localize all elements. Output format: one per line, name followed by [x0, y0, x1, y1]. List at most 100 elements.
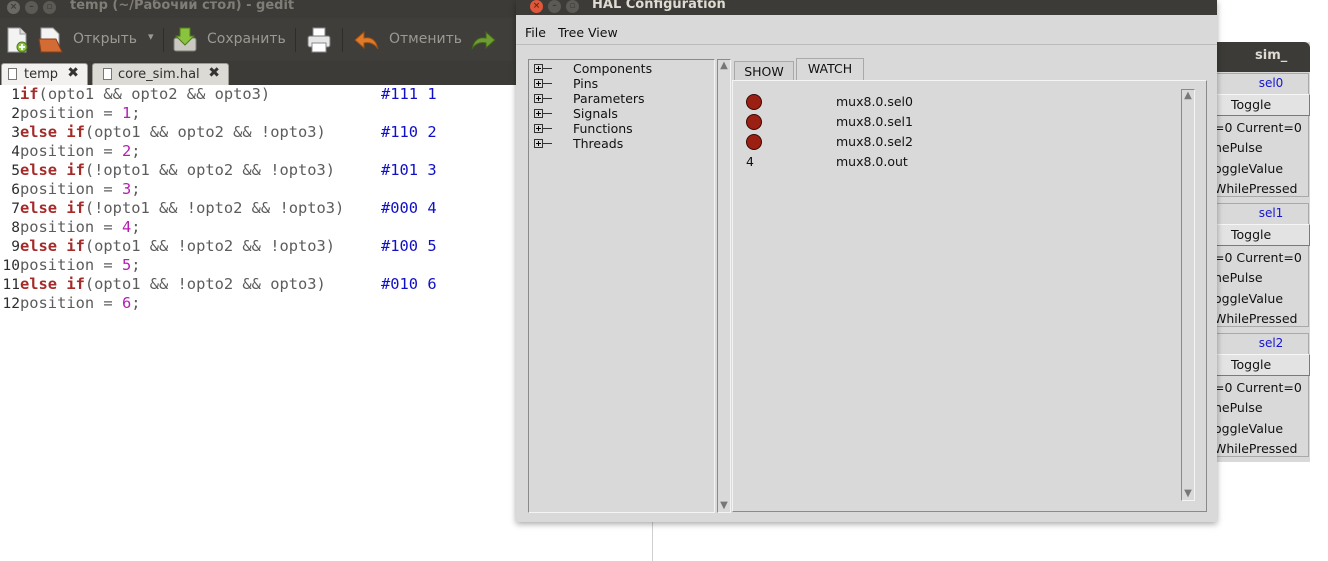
line-number: 12 [2, 296, 20, 312]
line-number: 11 [2, 277, 20, 293]
expand-icon[interactable] [534, 94, 543, 103]
keyword: else if [20, 199, 85, 217]
one-pulse-option[interactable]: nePulse [1214, 140, 1263, 155]
comment: #110 2 [381, 123, 437, 141]
undo-icon[interactable] [354, 29, 380, 51]
toolbar-separator [295, 28, 296, 52]
menu-bar: File Tree View [516, 15, 1217, 45]
sim-group-sel0: sel0 Toggle =0 Current=0 nePulse oggleVa… [1213, 73, 1310, 197]
maximize-window-icon[interactable]: ▫ [43, 1, 56, 14]
close-window-icon[interactable]: × [7, 1, 20, 14]
watch-row-sel1: mux8.0.sel1 [733, 111, 1173, 131]
semicolon: ; [131, 294, 141, 312]
line-number: 3 [11, 125, 20, 141]
status-text: =0 Current=0 [1214, 380, 1302, 395]
save-icon[interactable] [172, 27, 198, 53]
close-tab-icon[interactable]: ✖ [208, 65, 220, 81]
number: 6 [121, 294, 132, 312]
minimize-window-icon[interactable]: – [25, 1, 38, 14]
expand-icon[interactable] [534, 124, 543, 133]
scroll-down-icon[interactable]: ▼ [1182, 488, 1194, 500]
status-text: =0 Current=0 [1214, 120, 1302, 135]
keyword: else if [20, 275, 85, 293]
redo-icon[interactable] [470, 29, 496, 51]
tree-connector [543, 128, 552, 129]
menu-file[interactable]: File [525, 25, 546, 40]
scroll-down-icon[interactable]: ▼ [718, 500, 730, 512]
while-pressed-option[interactable]: WhilePressed [1214, 311, 1297, 326]
tree-label: Threads [573, 136, 624, 151]
one-pulse-option[interactable]: nePulse [1214, 270, 1263, 285]
new-document-icon[interactable] [6, 27, 28, 53]
toggle-button[interactable]: Toggle [1214, 94, 1310, 116]
undo-button[interactable]: Отменить [389, 31, 462, 47]
watch-row-out: 4 mux8.0.out [733, 151, 1173, 171]
watch-value: 4 [746, 154, 754, 169]
semicolon: ; [131, 180, 141, 198]
number: 1 [121, 104, 132, 122]
assignment: position = [20, 256, 122, 274]
scroll-up-icon[interactable]: ▲ [718, 60, 730, 72]
print-icon[interactable] [306, 27, 332, 53]
tree-label: Functions [573, 121, 633, 136]
group-label: sel0 [1258, 76, 1284, 90]
toggle-button[interactable]: Toggle [1214, 224, 1310, 246]
number: 4 [121, 218, 132, 236]
line-number: 4 [11, 144, 20, 160]
code-line: 10position = 5; [0, 256, 141, 275]
code-line: 8position = 4; [0, 218, 140, 237]
minimize-window-icon[interactable]: – [548, 0, 561, 13]
toggle-value-option[interactable]: oggleValue [1214, 421, 1283, 436]
line-number: 2 [11, 106, 20, 122]
tab-label: temp [24, 67, 59, 82]
code-line: 2position = 1; [0, 104, 140, 123]
tab-label: core_sim.hal [118, 67, 200, 82]
expand-icon[interactable] [534, 109, 543, 118]
close-tab-icon[interactable]: ✖ [67, 65, 79, 81]
code-line: 1if(opto1 && opto2 && opto3) #111 1 [0, 85, 436, 104]
expand-icon[interactable] [534, 139, 543, 148]
tree-scrollbar[interactable]: ▲ ▼ [717, 59, 731, 513]
tab-temp[interactable]: temp ✖ [1, 63, 88, 85]
sim-titlebar[interactable]: sim_ [1207, 42, 1310, 72]
keyword: else if [20, 123, 85, 141]
line-number: 9 [11, 239, 20, 255]
desktop-divider [652, 520, 653, 561]
hal-titlebar[interactable]: × – ▫ HAL Configuration [516, 0, 1217, 15]
maximize-window-icon[interactable]: ▫ [566, 0, 579, 13]
open-document-icon[interactable] [38, 27, 64, 53]
assignment: position = [20, 104, 122, 122]
expand-icon[interactable] [534, 64, 543, 73]
assignment: position = [20, 294, 122, 312]
menu-tree-view[interactable]: Tree View [558, 25, 618, 40]
sim-group-sel2: sel2 Toggle =0 Current=0 nePulse oggleVa… [1213, 333, 1310, 457]
save-button[interactable]: Сохранить [207, 31, 286, 47]
comment: #101 3 [381, 161, 437, 179]
led-indicator [746, 134, 762, 150]
number: 2 [121, 142, 132, 160]
tree-label: Parameters [573, 91, 645, 106]
close-window-icon[interactable]: × [530, 0, 543, 13]
toggle-value-option[interactable]: oggleValue [1214, 161, 1283, 176]
expand-icon[interactable] [534, 79, 543, 88]
tree-view-panel: Components Pins Parameters Signals Funct… [528, 59, 715, 513]
line-number: 10 [2, 258, 20, 274]
open-button[interactable]: Открыть [73, 31, 137, 47]
while-pressed-option[interactable]: WhilePressed [1214, 181, 1297, 196]
watch-pin-name: mux8.0.out [836, 154, 908, 169]
toggle-button[interactable]: Toggle [1214, 354, 1310, 376]
assignment: position = [20, 142, 122, 160]
toolbar-separator [163, 28, 164, 52]
scroll-up-icon[interactable]: ▲ [1182, 90, 1194, 102]
toggle-value-option[interactable]: oggleValue [1214, 291, 1283, 306]
watch-scrollbar[interactable]: ▲ ▼ [1181, 89, 1195, 501]
while-pressed-option[interactable]: WhilePressed [1214, 441, 1297, 456]
comment: #010 6 [381, 275, 437, 293]
open-dropdown-icon[interactable]: ▾ [148, 30, 154, 43]
condition: (opto1 && !opto2 && !opto3) [84, 237, 336, 255]
tab-core-sim-hal[interactable]: core_sim.hal ✖ [92, 63, 229, 85]
keyword: else if [20, 161, 85, 179]
document-icon [103, 68, 112, 80]
code-line: 5else if(!opto1 && opto2 && !opto3) #101 … [0, 161, 436, 180]
one-pulse-option[interactable]: nePulse [1214, 400, 1263, 415]
